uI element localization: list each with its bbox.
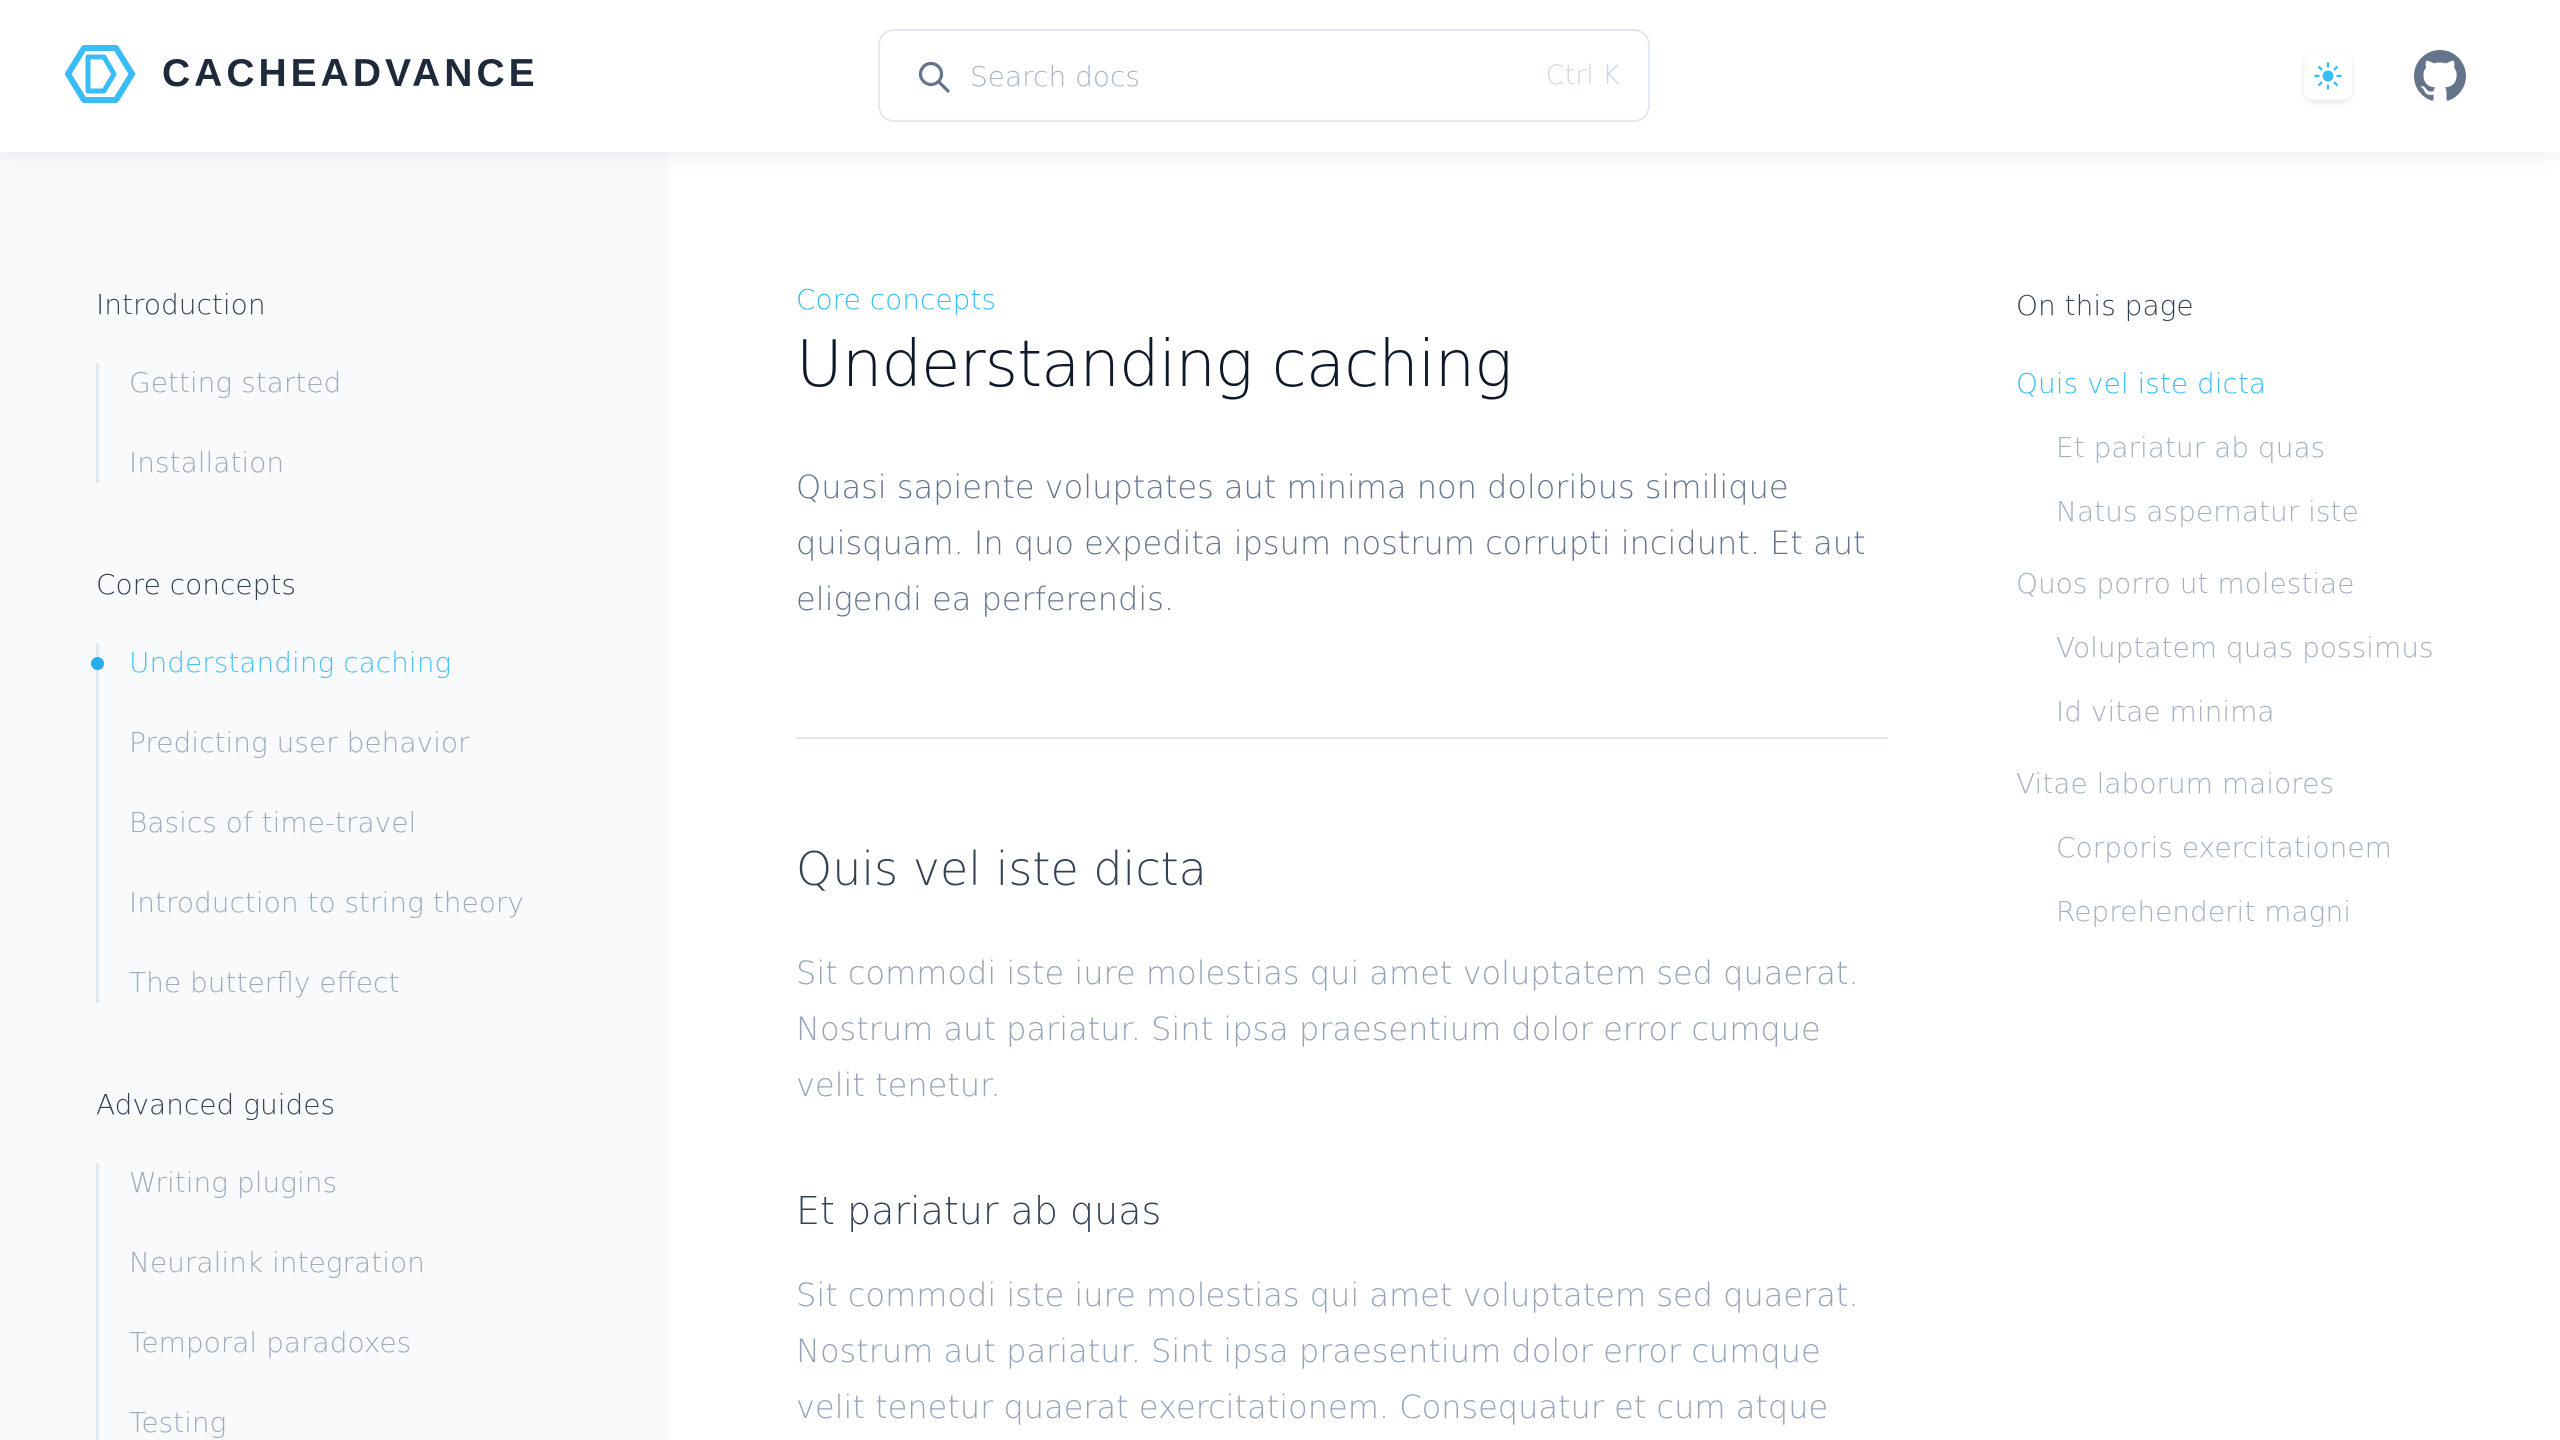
nav-group-introduction: Introduction Getting started Installatio… xyxy=(96,285,656,483)
divider xyxy=(796,737,1888,739)
theme-toggle-button[interactable] xyxy=(2304,52,2352,100)
toc-link-vitae-laborum-maiores[interactable]: Vitae laborum maiores xyxy=(2016,764,2536,804)
body-paragraph: Sit commodi iste iure molestias qui amet… xyxy=(796,954,1859,1104)
top-header: CACHEADVANCE Ctrl K xyxy=(0,0,2560,152)
toc-link-natus-aspernatur-iste[interactable]: Natus aspernatur iste xyxy=(2016,492,2536,532)
section-label: Core concepts xyxy=(796,283,996,316)
hexagon-cube-logo-icon xyxy=(65,45,135,103)
toc-link-quos-porro-ut-molestiae[interactable]: Quos porro ut molestiae xyxy=(2016,564,2536,604)
nav-group-advanced-guides: Advanced guides Writing plugins Neuralin… xyxy=(96,1085,656,1440)
subsection-heading: Et pariatur ab quas xyxy=(796,1189,1162,1233)
github-icon xyxy=(2414,50,2466,101)
toc-heading: On this page xyxy=(2016,289,2194,322)
section-heading: Quis vel iste dicta xyxy=(796,842,1207,896)
article: Core concepts Understanding caching Quas… xyxy=(796,280,1888,1440)
docs-page: CACHEADVANCE Ctrl K xyxy=(0,0,2560,1440)
sidebar-item-the-butterfly-effect[interactable]: The butterfly effect xyxy=(99,963,656,1003)
toc-link-et-pariatur-ab-quas[interactable]: Et pariatur ab quas xyxy=(2016,428,2536,468)
sidebar-item-basics-of-time-travel[interactable]: Basics of time-travel xyxy=(99,803,656,883)
toc-list: Quis vel iste dicta Et pariatur ab quas … xyxy=(2016,364,2536,932)
toc-link-voluptatem-quas-possimus[interactable]: Voluptatem quas possimus xyxy=(2016,628,2536,668)
sidebar-item-understanding-caching[interactable]: Understanding caching xyxy=(91,643,656,723)
body-paragraph: Sit commodi iste iure molestias qui amet… xyxy=(796,1276,1859,1426)
search-shortcut-hint: Ctrl K xyxy=(1545,60,1620,91)
nav-group-core-concepts: Core concepts Understanding caching Pred… xyxy=(91,565,656,1003)
github-link[interactable] xyxy=(2414,50,2466,102)
sidebar-item-temporal-paradoxes[interactable]: Temporal paradoxes xyxy=(99,1323,656,1403)
toc-link-quis-vel-iste-dicta[interactable]: Quis vel iste dicta xyxy=(2016,364,2536,404)
sidebar-item-getting-started[interactable]: Getting started xyxy=(99,363,656,443)
page-title: Understanding caching xyxy=(796,328,1513,402)
nav-list: Getting started Installation xyxy=(96,363,656,483)
sidebar-item-neuralink-integration[interactable]: Neuralink integration xyxy=(99,1243,656,1323)
search-input[interactable] xyxy=(970,53,1490,99)
lead-paragraph: Quasi sapiente voluptates aut minima non… xyxy=(796,468,1866,618)
toc-link-corporis-exercitationem[interactable]: Corporis exercitationem xyxy=(2016,828,2536,868)
sidebar-item-introduction-to-string-theory[interactable]: Introduction to string theory xyxy=(99,883,656,963)
sidebar-item-writing-plugins[interactable]: Writing plugins xyxy=(99,1163,656,1243)
sidebar-nav: Introduction Getting started Installatio… xyxy=(0,152,668,1440)
search-box[interactable]: Ctrl K xyxy=(878,29,1650,122)
sidebar-item-predicting-user-behavior[interactable]: Predicting user behavior xyxy=(99,723,656,803)
nav-list: Writing plugins Neuralink integration Te… xyxy=(96,1163,656,1440)
nav-heading: Core concepts xyxy=(96,568,296,601)
on-this-page: On this page Quis vel iste dicta Et pari… xyxy=(2016,286,2536,932)
toc-link-id-vitae-minima[interactable]: Id vitae minima xyxy=(2016,692,2536,732)
nav-list: Understanding caching Predicting user be… xyxy=(91,643,656,1003)
sun-icon xyxy=(2314,62,2342,90)
nav-heading: Advanced guides xyxy=(96,1088,336,1121)
home-logo-link[interactable]: CACHEADVANCE xyxy=(64,44,539,104)
toc-link-reprehenderit-magni[interactable]: Reprehenderit magni xyxy=(2016,892,2536,932)
sidebar-item-installation[interactable]: Installation xyxy=(99,443,656,483)
sidebar-item-testing[interactable]: Testing xyxy=(99,1403,656,1440)
search-icon xyxy=(918,61,950,93)
nav-heading: Introduction xyxy=(96,288,266,321)
brand-name: CACHEADVANCE xyxy=(162,52,539,95)
